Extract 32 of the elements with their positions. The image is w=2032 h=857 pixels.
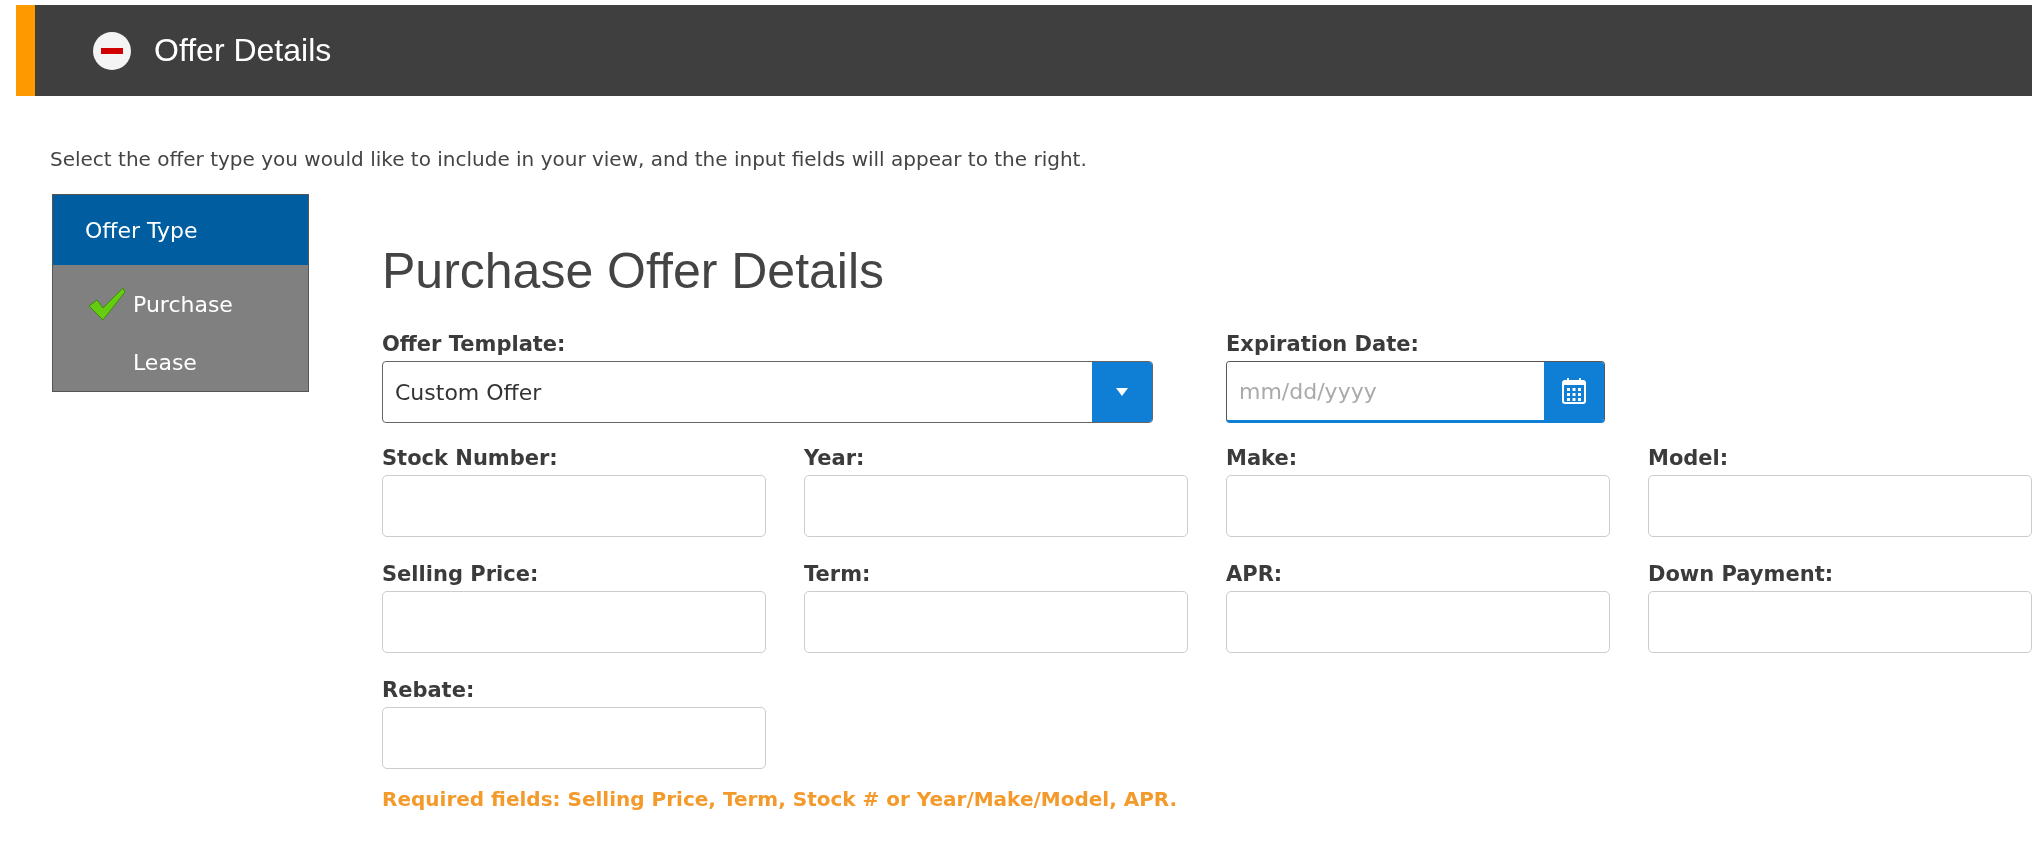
- field-label: Year:: [804, 445, 866, 472]
- input-field[interactable]: [382, 591, 766, 653]
- input-field[interactable]: [1226, 475, 1610, 537]
- field-label: Model:: [1648, 445, 1730, 472]
- field-label: Term:: [804, 561, 872, 588]
- field-label: Expiration Date:: [1226, 331, 1420, 358]
- field-label: APR:: [1226, 561, 1284, 588]
- input-field[interactable]: [382, 475, 766, 537]
- field-label: Selling Price:: [382, 561, 540, 588]
- panel-title: Offer Details: [154, 32, 332, 69]
- input-field[interactable]: [1648, 591, 2032, 653]
- offer-type-option[interactable]: Lease: [133, 349, 197, 375]
- offer-type-option[interactable]: Purchase: [133, 291, 233, 317]
- field-label: Rebate:: [382, 677, 476, 704]
- collapse-icon[interactable]: [92, 30, 132, 71]
- field-label: Make:: [1226, 445, 1299, 472]
- required-fields-note: Required fields: Selling Price, Term, Stock # or Year/Make/Model, APR.: [382, 787, 1179, 811]
- input-field[interactable]: [1226, 591, 1610, 653]
- field-label: Stock Number:: [382, 445, 559, 472]
- section-heading: Purchase Offer Details: [382, 242, 886, 300]
- input-field[interactable]: [804, 475, 1188, 537]
- calendar-icon: [1562, 378, 1586, 404]
- offer-template-dropdown[interactable]: Custom Offer: [382, 361, 1153, 423]
- input-field[interactable]: [1648, 475, 2032, 537]
- instruction-text: Select the offer type you would like to include in your view, and the input fields will appear to the right.: [50, 147, 1088, 171]
- caret-icon: [1116, 388, 1128, 396]
- input-field[interactable]: [382, 707, 766, 769]
- field-label: Offer Template:: [382, 331, 567, 358]
- field-label: Down Payment:: [1648, 561, 1835, 588]
- date-field[interactable]: mm/dd/yyyy: [1226, 361, 1605, 423]
- input-field[interactable]: [804, 591, 1188, 653]
- offer-type-title: Offer Type: [53, 195, 308, 265]
